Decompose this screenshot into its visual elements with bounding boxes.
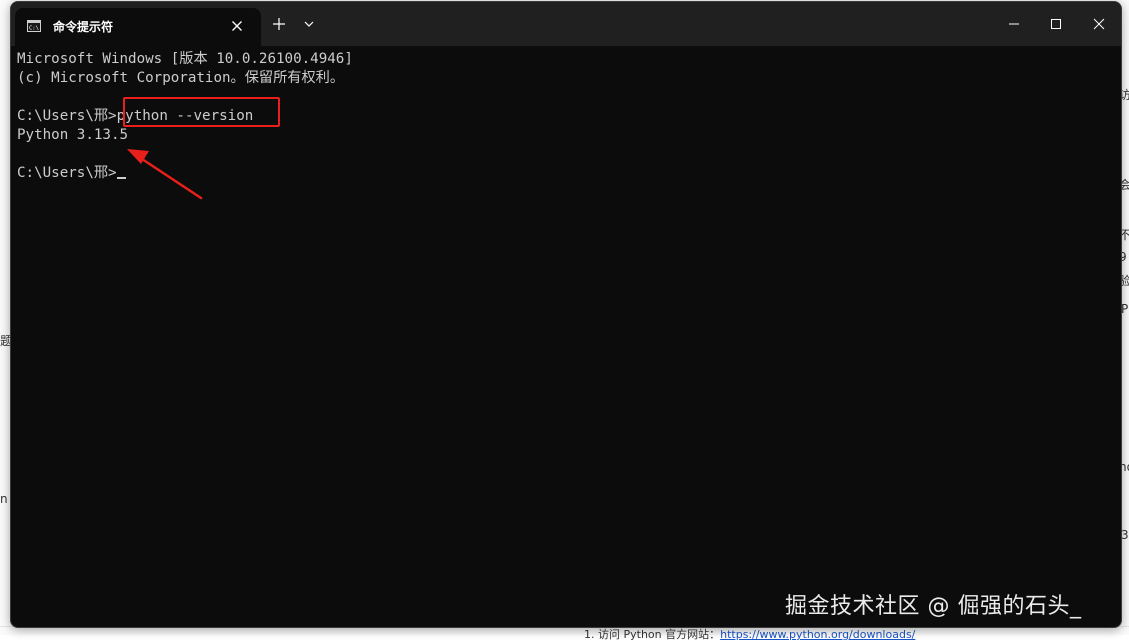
plus-icon xyxy=(273,18,285,30)
terminal-line: Microsoft Windows [版本 10.0.26100.4946] xyxy=(17,51,353,67)
tab-command-prompt[interactable]: C:\ 命令提示符 xyxy=(15,8,261,46)
chevron-down-icon xyxy=(304,21,314,27)
svg-text:C:\: C:\ xyxy=(29,26,39,32)
prompt: C:\Users\邢> xyxy=(17,165,117,181)
watermark: 掘金技术社区 @ 倔强的石头_ xyxy=(785,594,1082,619)
minimize-icon xyxy=(1009,23,1019,25)
bg-footer-text: 1. 访问 Python 官方网站：https://www.python.org… xyxy=(584,628,916,641)
maximize-button[interactable] xyxy=(1033,8,1079,40)
terminal-window: C:\ 命令提示符 Microsoft Windows [版本 10.0.261… xyxy=(10,1,1122,628)
close-icon xyxy=(1093,18,1105,30)
tab-dropdown-button[interactable] xyxy=(299,14,319,34)
text-cursor xyxy=(116,177,126,179)
minimize-button[interactable] xyxy=(991,8,1037,40)
terminal-prompt-line: C:\Users\邢> xyxy=(17,164,126,183)
new-tab-button[interactable] xyxy=(269,14,289,34)
terminal-line: Python 3.13.5 xyxy=(17,127,129,143)
window-close-button[interactable] xyxy=(1077,8,1121,40)
terminal-output[interactable]: Microsoft Windows [版本 10.0.26100.4946] (… xyxy=(17,50,1107,620)
title-bar[interactable]: C:\ 命令提示符 xyxy=(11,2,1121,46)
bg-text-fragment: P xyxy=(1121,302,1129,316)
prompt: C:\Users\邢> xyxy=(17,108,117,124)
bg-text-fragment: n xyxy=(0,492,8,506)
terminal-line: (c) Microsoft Corporation。保留所有权利。 xyxy=(17,70,345,86)
command-highlight-box xyxy=(123,97,280,127)
bg-text-fragment: 3 xyxy=(1121,528,1129,542)
cmd-icon: C:\ xyxy=(27,20,41,32)
maximize-icon xyxy=(1051,19,1061,29)
tab-title: 命令提示符 xyxy=(53,20,114,34)
close-icon[interactable] xyxy=(229,18,245,34)
